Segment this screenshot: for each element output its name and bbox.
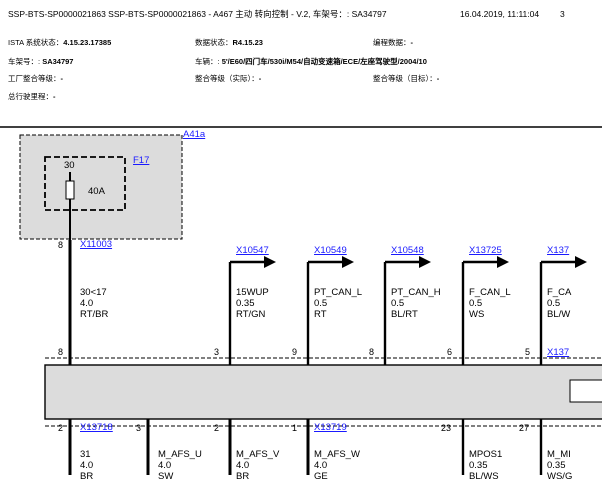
wire-label-pt-can-h: PT_CAN_H 0.5 BL/RT	[391, 287, 441, 320]
wire-label-mpos1: MPOS1 0.35 BL/WS	[469, 449, 503, 482]
wire-label-m-afs-u: M_AFS_U 4.0 SW	[158, 449, 202, 482]
pin-number: 8	[369, 347, 375, 357]
pin-number: 8	[58, 347, 64, 357]
wiring-diagram	[0, 126, 602, 475]
arrow-icon	[463, 256, 509, 268]
pin-number: 1	[292, 423, 298, 433]
wire-label-m-afs-w: M_AFS_W 4.0 GE	[314, 449, 360, 482]
pin-number: 2	[58, 423, 64, 433]
wire-label-15wup: 15WUP 0.35 RT/GN	[236, 287, 269, 320]
connector-x13718-link[interactable]: X13718	[80, 423, 113, 433]
connector-x11003-link[interactable]: X11003	[80, 240, 112, 250]
pin-number: 27	[519, 423, 530, 433]
component-a41a-link[interactable]: A41a	[183, 130, 205, 140]
arrow-icon	[230, 256, 276, 268]
connector-x10547-link[interactable]: X10547	[236, 246, 269, 256]
fuse-rating: 40A	[88, 186, 105, 197]
pin-number: 8	[58, 240, 64, 250]
wire-label-31: 31 4.0 BR	[80, 449, 94, 482]
fuse-icon	[65, 180, 75, 200]
wire-label-30-17: 30<17 4.0 RT/BR	[80, 287, 109, 320]
connector-x10548-link[interactable]: X10548	[391, 246, 424, 256]
pin-number: 2	[214, 423, 220, 433]
control-unit	[44, 364, 602, 420]
control-unit-connector	[569, 379, 602, 403]
wire-label-m-mi: M_MI 0.35 WS/G	[547, 449, 573, 482]
wire-label-f-can-h: F_CA 0.5 BL/W	[547, 287, 572, 320]
fuse-f17-link[interactable]: F17	[133, 156, 149, 166]
pin-number: 23	[441, 423, 452, 433]
connector-x10549-link[interactable]: X10549	[314, 246, 347, 256]
pin-number: 6	[447, 347, 453, 357]
arrow-icon	[541, 256, 587, 268]
connector-x13725-link[interactable]: X13725	[469, 246, 502, 256]
pin-number: 9	[292, 347, 298, 357]
pin-number: 3	[136, 423, 142, 433]
connector-x137-link[interactable]: X137	[547, 246, 569, 256]
wire-label-m-afs-v: M_AFS_V 4.0 BR	[236, 449, 280, 482]
pin-number: 3	[214, 347, 220, 357]
connector-x137-right-link[interactable]: X137	[547, 348, 569, 358]
arrow-icon	[308, 256, 354, 268]
wire-label-f-can-l: F_CAN_L 0.5 WS	[469, 287, 511, 320]
pin-number: 5	[525, 347, 531, 357]
wire-label-pt-can-l: PT_CAN_L 0.5 RT	[314, 287, 363, 320]
connector-x13719-link[interactable]: X13719	[314, 423, 347, 433]
fuse-pin-label: 30	[64, 160, 75, 171]
arrow-icon	[385, 256, 431, 268]
